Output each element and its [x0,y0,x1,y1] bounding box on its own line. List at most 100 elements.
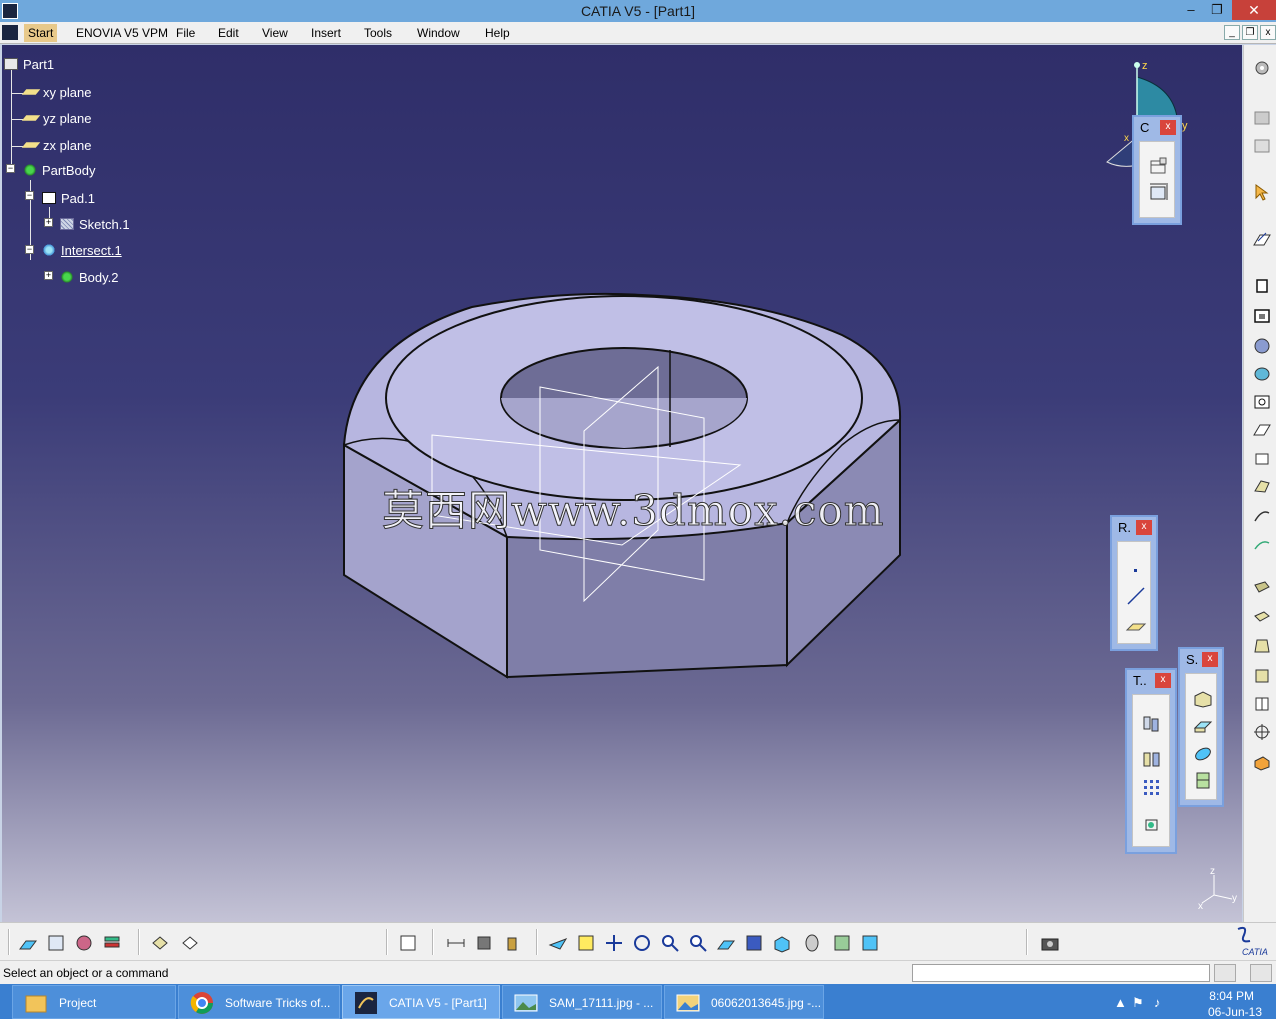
groove-icon[interactable] [1252,365,1272,383]
menu-enovia[interactable]: ENOVIA V5 VPM [76,26,168,40]
command-list-button[interactable] [1250,964,1272,982]
edge-fillet-icon[interactable] [1252,579,1272,597]
draft-icon[interactable] [1252,637,1272,655]
point-icon[interactable] [1125,560,1147,580]
clock-time[interactable]: 8:04 PM [1209,989,1254,1003]
rib-icon[interactable] [1252,421,1272,439]
network-icon[interactable]: ⚑ [1132,995,1144,1011]
volume-icon[interactable]: ♪ [1154,995,1161,1010]
translation-icon[interactable] [1141,713,1163,733]
measure-between-icon[interactable] [446,933,466,953]
constraints-toolbar-close[interactable]: x [1160,120,1176,135]
constraints-toolbar[interactable]: C x [1132,115,1182,225]
menu-insert[interactable]: Insert [311,26,341,40]
slot-icon[interactable] [1252,449,1272,467]
shaft-icon[interactable] [1252,337,1272,355]
menu-file[interactable]: File [176,26,195,40]
watermark-text: 莫西网www.3dmox.com [382,486,885,536]
menu-window[interactable]: Window [417,26,460,40]
menu-tools[interactable]: Tools [364,26,392,40]
gear-icon[interactable] [1252,59,1272,77]
constraint-icon[interactable] [1148,182,1170,202]
command-input[interactable] [912,964,1210,982]
reference-toolbar-close[interactable]: x [1136,520,1152,535]
surface-toolbar-close[interactable]: x [1202,652,1218,667]
shading-with-edges-icon[interactable] [802,933,822,953]
apply-material-icon[interactable] [74,933,94,953]
constraint-dialog-icon[interactable] [1148,156,1170,176]
line-icon[interactable] [1125,586,1147,606]
boolean-icon[interactable] [1252,753,1272,771]
close-button[interactable]: ✕ [1232,0,1276,20]
measure-inertia-icon[interactable] [502,933,522,953]
formula-icon[interactable] [1252,137,1272,155]
rectangular-pattern-icon[interactable] [1141,777,1163,797]
isometric-view-icon[interactable] [772,933,792,953]
pocket-icon[interactable] [1252,307,1272,325]
scaling-icon[interactable] [1141,815,1163,835]
transformation-features-toolbar[interactable]: T.. x [1125,668,1177,854]
fly-mode-icon[interactable] [548,933,568,953]
minimize-button[interactable]: – [1180,0,1202,20]
taskbar-label: 06062013645.jpg -... [711,996,822,1010]
pan-icon[interactable] [604,933,624,953]
doc-restore-button[interactable]: ❐ [1242,25,1258,40]
stiffener-icon[interactable] [1252,477,1272,495]
removed-multi-sections-icon[interactable] [1252,535,1272,553]
menu-help[interactable]: Help [485,26,510,40]
thick-surface-icon[interactable] [1192,716,1214,736]
quick-view-icon[interactable] [744,933,764,953]
3d-viewport[interactable]: Part1 xy plane yz plane zx plane − PartB… [2,45,1242,922]
plane-tool-icon[interactable] [1125,614,1147,634]
select-arrow-icon[interactable] [1252,183,1272,201]
normal-view-icon[interactable] [716,933,736,953]
transformation-toolbar-close[interactable]: x [1155,673,1171,688]
mirror-icon[interactable] [1141,749,1163,769]
taskbar-button-image2[interactable]: 06062013645.jpg -... [664,985,824,1019]
doc-close-button[interactable]: x [1260,25,1276,40]
taskbar-button-image1[interactable]: SAM_17111.jpg - ... [502,985,662,1019]
menu-start[interactable]: Start [24,24,58,42]
hide-show-icon[interactable] [832,933,852,953]
knowledge-icon[interactable] [1252,109,1272,127]
split-icon[interactable] [1192,688,1214,708]
show-hidden-icons-icon[interactable]: ▲ [1114,995,1127,1010]
menu-view[interactable]: View [262,26,288,40]
restore-button[interactable]: ❐ [1206,0,1228,20]
taskbar-button-chrome[interactable]: Software Tricks of... [178,985,340,1019]
zoom-in-icon[interactable] [660,933,680,953]
multi-sections-solid-icon[interactable] [1252,507,1272,525]
surface-based-features-toolbar[interactable]: S. x [1178,647,1224,807]
hole-icon[interactable] [1252,393,1272,411]
chamfer-icon[interactable] [1252,609,1272,627]
rotate-icon[interactable] [632,933,652,953]
taskbar-button-catia[interactable]: CATIA V5 - [Part1] [342,985,500,1019]
sketch-tool-icon[interactable] [18,933,38,953]
sketcher-icon[interactable] [1252,229,1272,247]
camera-icon[interactable] [1040,933,1060,953]
menu-edit[interactable]: Edit [218,26,239,40]
thread-icon[interactable] [1252,723,1272,741]
multi-layer-icon[interactable] [102,933,122,953]
pad-tool-icon[interactable] [1252,277,1272,295]
close-surface-icon[interactable] [1192,744,1214,764]
update-icon[interactable] [150,933,170,953]
constraints-toolbar-title: C [1140,120,1150,135]
measure-item-icon[interactable] [474,933,494,953]
axis-system-icon[interactable] [398,933,418,953]
zoom-out-icon[interactable] [688,933,708,953]
toolbar-separator [138,929,140,955]
document-system-icon[interactable] [2,25,18,40]
doc-minimize-button[interactable]: _ [1224,25,1240,40]
analysis-icon[interactable] [46,933,66,953]
command-history-button[interactable] [1214,964,1236,982]
taskbar-button-project[interactable]: Project [12,985,176,1019]
shell-icon[interactable] [1252,667,1272,685]
thickness-icon[interactable] [1252,695,1272,713]
clock-date[interactable]: 06-Jun-13 [1208,1005,1262,1019]
swap-visible-space-icon[interactable] [860,933,880,953]
sew-surface-icon[interactable] [1192,770,1214,790]
reference-elements-toolbar[interactable]: R. x [1110,515,1158,651]
update-all-icon[interactable] [180,933,200,953]
fit-all-in-icon[interactable] [576,933,596,953]
